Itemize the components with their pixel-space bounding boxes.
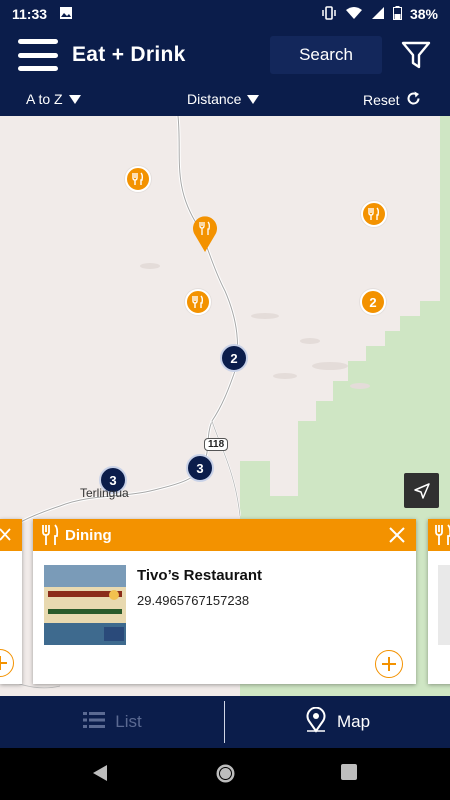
app-bar: Eat + Drink Search [0,28,450,82]
restaurant-marker[interactable] [185,289,211,315]
sort-alpha-dropdown[interactable]: A to Z [26,91,81,107]
list-icon [83,711,106,734]
battery-percent: 38% [409,6,438,22]
page-title: Eat + Drink [72,43,186,66]
search-button[interactable]: Search [270,36,382,74]
tab-divider [224,701,225,743]
signal-icon [371,6,385,23]
add-button[interactable] [0,649,14,677]
card-category: Dining [65,526,112,544]
tab-bar: List Map [0,696,450,748]
restaurant-marker[interactable] [361,201,387,227]
place-thumbnail [44,565,126,645]
navigation-arrow-icon [413,482,430,499]
tab-list[interactable]: List [0,696,225,748]
tab-list-label: List [115,712,142,731]
cluster-marker[interactable]: 2 [360,289,386,315]
caret-down-icon [247,94,260,104]
vibrate-icon [321,5,337,23]
status-time: 11:33 [12,6,48,22]
sort-distance-label: Distance [187,91,242,107]
wifi-icon [345,6,363,23]
status-bar: 11:33 38% [0,0,450,28]
place-name: Tivo’s Restaurant [137,567,263,584]
map-pin-icon [305,706,327,738]
fork-knife-icon [192,295,204,308]
sort-distance-dropdown[interactable]: Distance [187,91,260,107]
home-icon[interactable] [215,763,236,789]
menu-button[interactable] [18,39,58,71]
battery-icon [392,5,402,23]
my-location-button[interactable] [404,473,439,508]
cluster-marker[interactable]: 3 [186,454,214,482]
next-card[interactable] [428,519,450,684]
fork-knife-icon [132,172,144,185]
place-thumbnail [438,565,450,645]
caret-down-icon [68,94,81,104]
card-header: Dining [33,519,416,551]
selected-location-pin[interactable] [192,215,218,258]
sort-bar: A to Z Distance Reset [0,82,450,116]
fork-knife-icon [434,524,450,546]
close-icon[interactable] [388,526,406,544]
tab-map[interactable]: Map [225,696,450,748]
back-icon[interactable] [91,764,109,787]
fork-knife-icon [41,524,59,546]
restaurant-marker[interactable] [125,166,151,192]
reset-label: Reset [363,92,400,108]
fork-knife-icon [368,207,380,220]
cluster-marker[interactable]: 2 [220,344,248,372]
close-icon [0,528,11,541]
prev-card[interactable] [0,519,22,684]
image-icon [59,6,73,23]
refresh-icon [406,91,421,109]
add-button[interactable] [375,650,403,678]
recents-icon[interactable] [341,764,357,785]
system-nav-bar [0,748,450,800]
town-label: Terlingua [80,486,129,500]
road-shield: 118 [204,438,229,451]
reset-button[interactable]: Reset [363,91,421,109]
sort-alpha-label: A to Z [26,91,63,107]
menu-icon [18,39,58,44]
filter-icon[interactable] [400,39,432,71]
place-coordinate: 29.4965767157238 [137,593,250,608]
place-card[interactable]: Dining Tivo’s Restaurant 29.496576715723… [33,519,416,684]
tab-map-label: Map [336,712,371,731]
